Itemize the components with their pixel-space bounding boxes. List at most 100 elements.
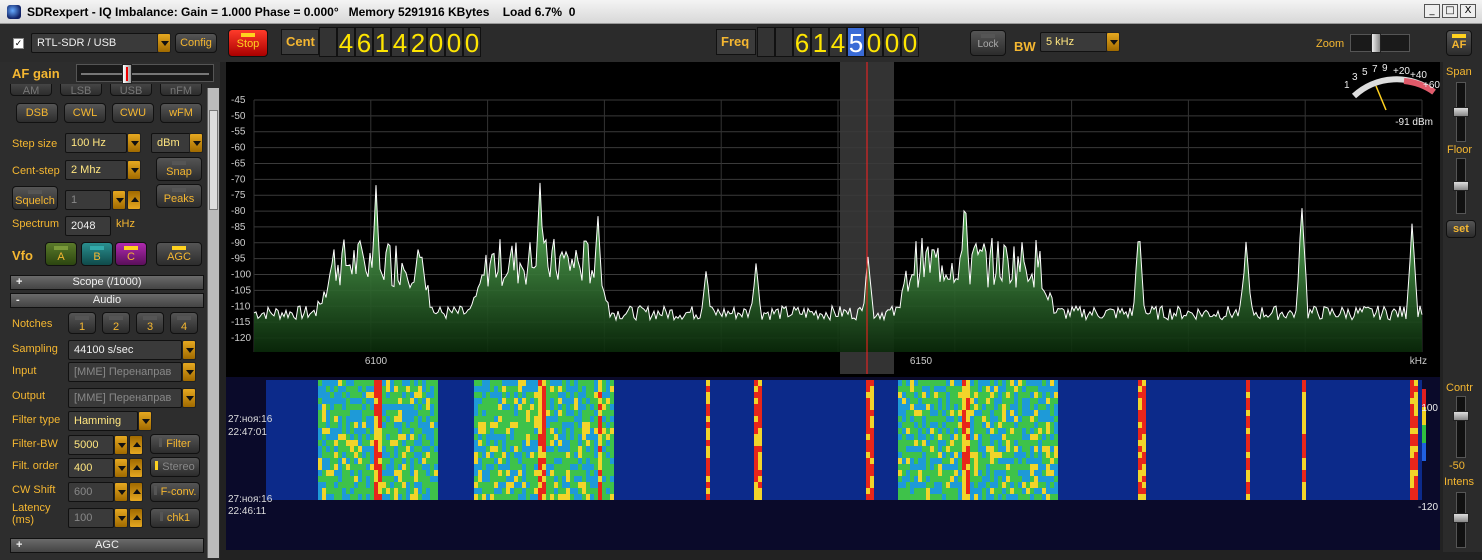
scrollbar-thumb[interactable]: [209, 110, 218, 210]
left-panel-scrollbar[interactable]: [207, 88, 219, 558]
latency-input[interactable]: 100: [68, 508, 114, 528]
freq-digit[interactable]: [775, 27, 793, 57]
cw-shift-input[interactable]: 600: [68, 482, 114, 502]
spectrum-plot[interactable]: -45-50-55-60-65-70-75-80-85-90-95-100-10…: [226, 62, 1440, 550]
latency-up-button[interactable]: [129, 508, 143, 528]
mode-lsb-button[interactable]: LSB: [60, 84, 102, 96]
cent-digit[interactable]: 6: [355, 27, 373, 58]
output-device-select[interactable]: [MME] Перенаправ: [68, 388, 182, 408]
cent-digit[interactable]: 2: [409, 27, 427, 58]
waterfall-cell: [426, 380, 430, 386]
cent-step-select[interactable]: 2 Mhz: [65, 160, 127, 180]
freq-digit[interactable]: 6: [793, 27, 811, 58]
mode-usb-button[interactable]: USB: [110, 84, 152, 96]
chk1-button[interactable]: chk1: [150, 508, 200, 528]
freq-digit[interactable]: 5: [847, 27, 865, 58]
cent-step-dropdown-button[interactable]: [127, 160, 141, 180]
mode-nfm-button[interactable]: nFM: [160, 84, 202, 96]
agc-section-header[interactable]: + AGC: [10, 538, 204, 553]
cent-digit[interactable]: [319, 27, 337, 57]
zoom-slider[interactable]: [1350, 33, 1410, 53]
f-conv-button[interactable]: F-conv.: [150, 482, 200, 502]
mode-dsb-button[interactable]: DSB: [16, 103, 58, 123]
maximize-button[interactable]: □: [1442, 4, 1458, 18]
freq-digit[interactable]: 4: [829, 27, 847, 58]
freq-digit[interactable]: 0: [901, 27, 919, 58]
bw-dropdown-button[interactable]: [1106, 32, 1120, 52]
mode-cwl-button[interactable]: CWL: [64, 103, 106, 123]
stereo-button[interactable]: Stereo: [150, 457, 200, 477]
config-button[interactable]: Config: [175, 33, 217, 53]
filter-bw-up-button[interactable]: [129, 435, 143, 455]
waterfall-cell: [814, 410, 818, 416]
freq-digit[interactable]: [757, 27, 775, 57]
close-button[interactable]: X: [1460, 4, 1476, 18]
agc-button[interactable]: AGC: [156, 242, 202, 266]
step-size-select[interactable]: 100 Hz: [65, 133, 127, 153]
notch-3-button[interactable]: 3: [136, 312, 164, 334]
vfo-frequency-display[interactable]: 6145000: [757, 27, 919, 58]
notch-4-button[interactable]: 4: [170, 312, 198, 334]
filter-type-select[interactable]: Hamming: [68, 411, 138, 431]
cent-digit[interactable]: 0: [427, 27, 445, 58]
notch-1-button[interactable]: 1: [68, 312, 96, 334]
filt-order-input[interactable]: 400: [68, 458, 114, 478]
vfo-b-button[interactable]: B: [81, 242, 113, 266]
squelch-down-button[interactable]: [112, 190, 126, 210]
filt-order-up-button[interactable]: [129, 458, 143, 478]
cw-shift-down-button[interactable]: [114, 482, 128, 502]
squelch-input[interactable]: 1: [65, 190, 111, 210]
cent-digit[interactable]: 0: [445, 27, 463, 58]
mode-am-button[interactable]: AM: [10, 84, 52, 96]
input-dropdown-button[interactable]: [182, 362, 196, 382]
squelch-up-button[interactable]: [127, 190, 141, 210]
scope-section-header[interactable]: + Scope (/1000): [10, 275, 204, 290]
step-size-dropdown-button[interactable]: [127, 133, 141, 153]
filt-order-down-button[interactable]: [114, 458, 128, 478]
notch-2-button[interactable]: 2: [102, 312, 130, 334]
minimize-button[interactable]: _: [1424, 4, 1440, 18]
zoom-slider-knob[interactable]: [1371, 33, 1381, 53]
device-select[interactable]: RTL-SDR / USB: [31, 33, 161, 53]
filter-bw-down-button[interactable]: [114, 435, 128, 455]
filter-button[interactable]: Filter: [150, 434, 200, 454]
unit-select[interactable]: dBm: [151, 133, 191, 153]
af-gain-knob[interactable]: [122, 64, 132, 84]
audio-section-header[interactable]: - Audio: [10, 293, 204, 308]
freq-digit[interactable]: 1: [811, 27, 829, 58]
stop-button[interactable]: Stop: [228, 29, 268, 57]
cent-digit[interactable]: 4: [391, 27, 409, 58]
spectrum-size-input[interactable]: 2048: [65, 216, 111, 236]
device-checkbox[interactable]: ✓: [13, 38, 24, 49]
freq-digit[interactable]: 0: [865, 27, 883, 58]
mode-cwu-button[interactable]: CWU: [112, 103, 154, 123]
lock-button[interactable]: Lock: [970, 30, 1006, 56]
unit-dropdown-button[interactable]: [189, 133, 203, 153]
squelch-button[interactable]: Squelch: [12, 186, 58, 210]
filter-bw-input[interactable]: 5000: [68, 435, 114, 455]
freq-digit[interactable]: 0: [883, 27, 901, 58]
cent-digit[interactable]: 4: [337, 27, 355, 58]
waterfall-cell: [1014, 380, 1018, 386]
waterfall-cell: [1202, 386, 1206, 392]
device-dropdown-button[interactable]: [157, 33, 171, 53]
output-dropdown-button[interactable]: [182, 388, 196, 408]
vfo-a-button[interactable]: A: [45, 242, 77, 266]
latency-down-button[interactable]: [114, 508, 128, 528]
cent-digit[interactable]: 0: [463, 27, 481, 58]
cent-digit[interactable]: 1: [373, 27, 391, 58]
af-gain-slider[interactable]: [76, 64, 214, 84]
vfo-c-button[interactable]: C: [115, 242, 147, 266]
cent-frequency-display[interactable]: 46142000: [319, 27, 481, 58]
input-device-select[interactable]: [MME] Перенаправ: [68, 362, 182, 382]
cw-shift-up-button[interactable]: [129, 482, 143, 502]
peaks-button[interactable]: Peaks: [156, 184, 202, 208]
sampling-dropdown-button[interactable]: [182, 340, 196, 360]
filter-type-dropdown-button[interactable]: [138, 411, 152, 431]
af-button[interactable]: AF: [1446, 30, 1472, 56]
snap-button[interactable]: Snap: [156, 157, 202, 181]
sampling-select[interactable]: 44100 s/sec: [68, 340, 182, 360]
spectrum-waterfall-display[interactable]: -45 -50 -55 -60 -65 -70 -75 -80 -85 -90 -95 -100 -10…: [226, 62, 1440, 550]
bw-select[interactable]: 5 kHz: [1040, 32, 1108, 52]
mode-wfm-button[interactable]: wFM: [160, 103, 202, 123]
